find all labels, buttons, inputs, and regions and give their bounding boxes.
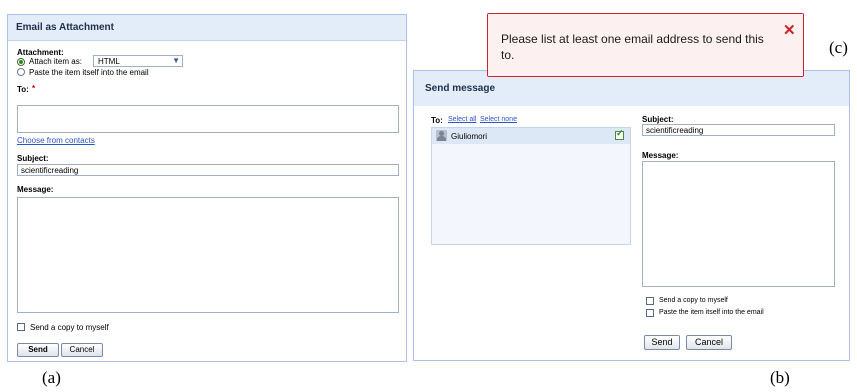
dialog-titlebar: Email as Attachment [8, 15, 406, 41]
subject-field[interactable]: scientificreading [17, 164, 399, 176]
attach-format-select[interactable]: HTML ▼ [93, 55, 183, 67]
contact-name: Giuliomori [451, 132, 488, 141]
send-button[interactable]: Send [17, 343, 59, 357]
message-label: Message: [17, 185, 54, 194]
select-all-link[interactable]: Select all [448, 116, 476, 123]
send-copy-checkbox[interactable] [17, 323, 25, 331]
attach-as-radio[interactable] [17, 58, 25, 66]
paste-label: Paste the item itself into the email [29, 68, 149, 77]
caption-b: (b) [770, 368, 790, 387]
subject-label: Subject: [17, 154, 49, 163]
error-message: Please list at least one email address t… [501, 32, 764, 62]
paste-item-checkbox[interactable] [646, 309, 654, 317]
close-icon[interactable]: ✕ [783, 21, 796, 39]
subject-value: scientificreading [21, 166, 79, 175]
check-icon: ✓ [616, 128, 624, 138]
contacts-list: Giuliomori ✓ [431, 127, 631, 245]
radio-selected-dot [19, 60, 23, 64]
caption-c: (c) [829, 38, 848, 57]
choose-contacts-link[interactable]: Choose from contacts [17, 136, 95, 145]
to-field[interactable] [17, 105, 399, 133]
cancel-button[interactable]: Cancel [61, 343, 103, 357]
caption-a: (a) [42, 368, 61, 387]
avatar-body [437, 136, 446, 141]
subject-label: Subject: [642, 115, 674, 124]
error-tooltip-body: Please list at least one email address t… [488, 14, 803, 76]
send-copy-label: Send a copy to myself [659, 297, 728, 304]
select-none-link[interactable]: Select none [480, 116, 517, 123]
avatar [436, 130, 447, 141]
chevron-down-icon: ▼ [172, 56, 180, 65]
email-attachment-dialog: Email as Attachment Attachment: Attach i… [7, 14, 407, 362]
error-tooltip: Please list at least one email address t… [487, 13, 804, 77]
paste-radio[interactable] [17, 68, 25, 76]
send-copy-label: Send a copy to myself [30, 323, 109, 332]
message-field[interactable] [17, 197, 399, 313]
to-label: To: [17, 85, 29, 94]
send-copy-checkbox[interactable] [646, 297, 654, 305]
attach-format-value: HTML [98, 57, 120, 66]
message-field[interactable] [642, 161, 835, 287]
message-label: Message: [642, 151, 679, 160]
send-button[interactable]: Send [644, 335, 680, 350]
subject-field[interactable]: scientificreading [642, 124, 835, 136]
cancel-button[interactable]: Cancel [686, 335, 732, 350]
attach-as-label: Attach item as: [29, 57, 82, 66]
contact-checkbox[interactable]: ✓ [615, 128, 624, 140]
subject-value: scientificreading [646, 126, 704, 135]
dialog-title: Send message [425, 83, 496, 94]
send-message-dialog: Send message To: Select all Select none … [413, 70, 850, 361]
contact-row[interactable]: Giuliomori ✓ [432, 128, 630, 144]
to-label: To: [431, 116, 443, 125]
dialog-title: Email as Attachment [16, 22, 114, 33]
attachment-label: Attachment: [17, 48, 64, 57]
required-mark: * [32, 84, 36, 93]
paste-item-label: Paste the item itself into the email [659, 309, 764, 316]
